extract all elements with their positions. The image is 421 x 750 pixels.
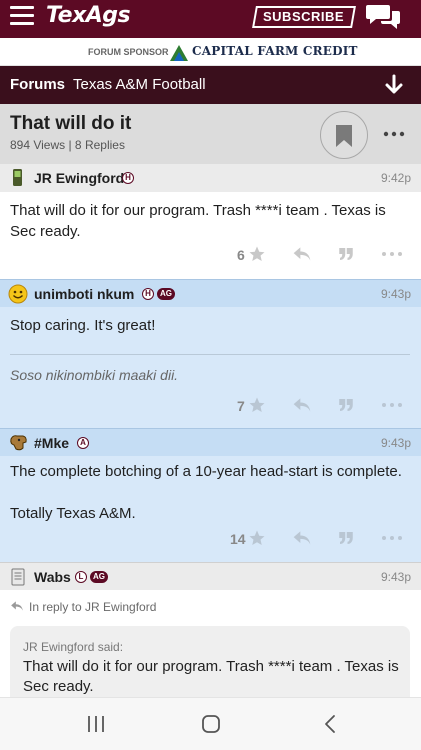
ellipsis-icon[interactable] — [380, 396, 404, 414]
user-badge-a: A — [77, 437, 89, 449]
quote-author: JR Ewingford said: — [23, 640, 124, 654]
post-text: That will do it for our program. Trash *… — [10, 202, 386, 240]
recent-apps-icon[interactable] — [83, 712, 109, 736]
smiley-avatar-icon[interactable] — [8, 284, 28, 304]
in-reply-to-link[interactable]: In reply to JR Ewingford — [29, 600, 156, 614]
system-navigation-bar — [0, 697, 421, 750]
quote-icon[interactable] — [337, 245, 355, 263]
star-count: 6 — [237, 247, 245, 263]
star-count: 14 — [230, 531, 246, 547]
sponsor-label: FORUM SPONSOR — [88, 47, 169, 57]
star-icon[interactable] — [248, 245, 266, 263]
thread-title: That will do it — [10, 113, 132, 134]
home-icon[interactable] — [198, 712, 224, 736]
star-icon[interactable] — [248, 529, 266, 547]
post-text: The complete botching of a 10-year head-… — [10, 463, 402, 522]
in-reply-arrow-icon — [11, 601, 23, 611]
user-signature: Soso nikinombiki maaki dii. — [10, 367, 179, 383]
user-badge-l: L — [75, 571, 87, 583]
signature-divider — [10, 354, 410, 355]
username[interactable]: #Mke — [34, 435, 69, 451]
phone-avatar-icon[interactable] — [8, 168, 28, 188]
post-body: The complete botching of a 10-year head-… — [0, 456, 421, 562]
username[interactable]: JR Ewingford — [34, 170, 124, 186]
post-body: That will do it for our program. Trash *… — [0, 192, 421, 279]
post: unimboti nkum H AG 9:43p Stop caring. It… — [0, 279, 421, 428]
quoted-post: JR Ewingford said: That will do it for o… — [10, 626, 410, 697]
thread-header: That will do it 894 Views | 8 Replies — [0, 104, 421, 164]
reply-arrow-icon[interactable] — [292, 396, 312, 414]
back-icon[interactable] — [318, 712, 344, 736]
post-body: In reply to JR Ewingford JR Ewingford sa… — [0, 590, 421, 697]
dog-avatar-icon[interactable] — [8, 433, 28, 453]
quote-text: That will do it for our program. Trash *… — [23, 658, 399, 695]
quote-icon[interactable] — [337, 396, 355, 414]
user-badge-ag: AG — [157, 288, 175, 300]
thread-views-replies: 894 Views | 8 Replies — [10, 138, 125, 152]
post-text: Stop caring. It's great! — [10, 317, 156, 334]
post: #Mke A 9:43p The complete botching of a … — [0, 428, 421, 562]
ellipsis-icon[interactable] — [380, 245, 404, 263]
breadcrumb-forums-link[interactable]: Forums — [10, 76, 65, 93]
post-actions: 6 — [0, 244, 421, 268]
post-actions: 7 — [0, 395, 421, 419]
post-time[interactable]: 9:43p — [381, 436, 411, 450]
bookmark-button[interactable] — [320, 111, 368, 159]
post: JR Ewingford H 9:42p That will do it for… — [0, 164, 421, 279]
arrow-down-icon[interactable] — [384, 74, 404, 96]
post-time[interactable]: 9:43p — [381, 570, 411, 584]
post-body: Stop caring. It's great! Soso nikinombik… — [0, 307, 421, 428]
subscribe-label: SUBSCRIBE — [263, 9, 345, 24]
post: Wabs L AG 9:43p In reply to JR Ewingford… — [0, 562, 421, 697]
reply-arrow-icon[interactable] — [292, 245, 312, 263]
chat-bubbles-icon[interactable] — [366, 2, 402, 30]
post-time[interactable]: 9:42p — [381, 171, 411, 185]
star-icon[interactable] — [248, 396, 266, 414]
star-count: 7 — [237, 398, 245, 414]
top-bar: TexAgs SUBSCRIBE — [0, 0, 421, 38]
username[interactable]: unimboti nkum — [34, 286, 134, 302]
notepad-avatar-icon[interactable] — [8, 567, 28, 587]
post-header: JR Ewingford H 9:42p — [0, 164, 421, 192]
post-header: Wabs L AG 9:43p — [0, 562, 421, 590]
subscribe-button[interactable]: SUBSCRIBE — [252, 6, 356, 28]
reply-arrow-icon[interactable] — [292, 529, 312, 547]
user-badge-h: H — [122, 172, 134, 184]
breadcrumb-board-link[interactable]: Texas A&M Football — [73, 76, 206, 93]
forum-sponsor-banner[interactable]: FORUM SPONSOR CAPITAL FARM CREDIT — [0, 38, 421, 66]
thread-more-icon[interactable] — [380, 122, 408, 146]
texags-logo[interactable]: TexAgs — [46, 3, 131, 28]
ellipsis-icon[interactable] — [380, 529, 404, 547]
bookmark-icon — [336, 125, 352, 147]
post-header: #Mke A 9:43p — [0, 428, 421, 456]
post-header: unimboti nkum H AG 9:43p — [0, 279, 421, 307]
sponsor-name: CAPITAL FARM CREDIT — [192, 44, 358, 58]
user-badge-ag: AG — [90, 571, 108, 583]
post-time[interactable]: 9:43p — [381, 287, 411, 301]
breadcrumb: Forums Texas A&M Football — [0, 66, 421, 104]
post-actions: 14 — [0, 528, 421, 552]
user-badge-h: H — [142, 288, 154, 300]
capital-farm-credit-logo — [170, 45, 188, 61]
username[interactable]: Wabs — [34, 569, 71, 585]
quote-icon[interactable] — [337, 529, 355, 547]
hamburger-icon[interactable] — [10, 6, 34, 26]
